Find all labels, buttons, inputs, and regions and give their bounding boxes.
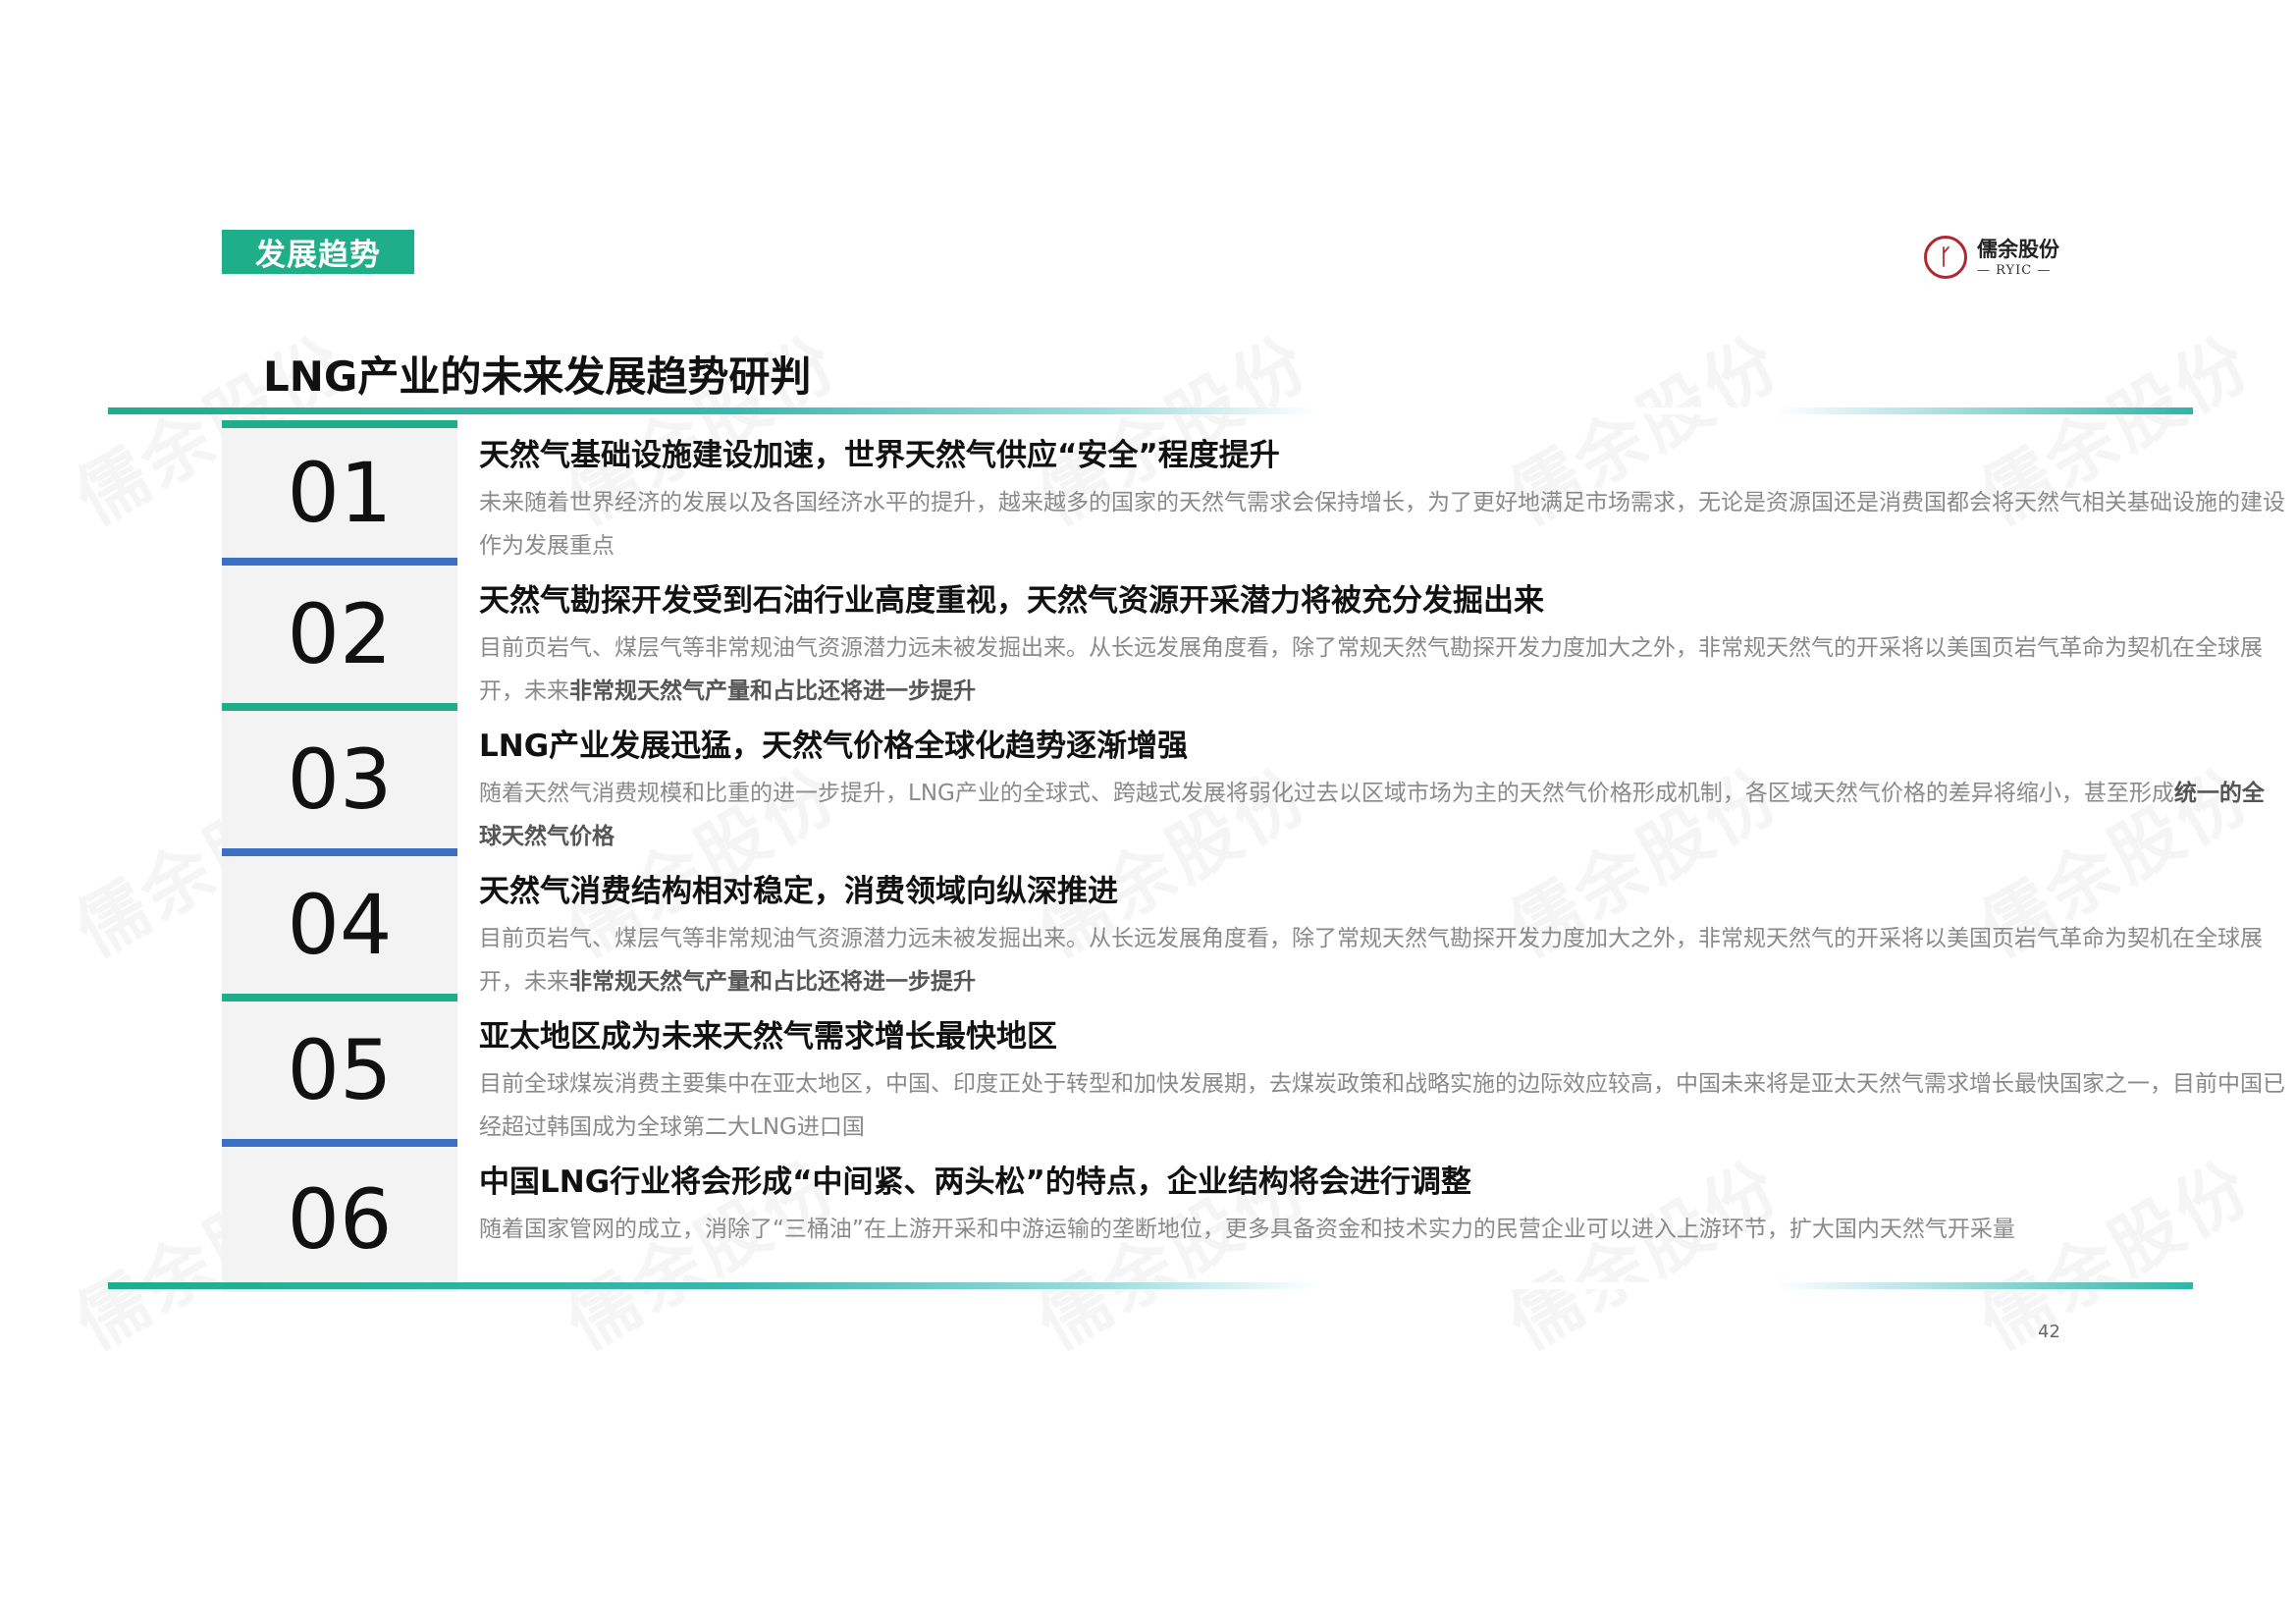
list-item: 05 亚太地区成为未来天然气需求增长最快地区 目前全球煤炭消费主要集中在亚太地区… <box>222 1001 2285 1147</box>
item-title: 天然气勘探开发受到石油行业高度重视，天然气资源开采潜力将被充分发掘出来 <box>479 583 1544 619</box>
item-description-text: 随着国家管网的成立，消除了“三桶油”在上游开采和中游运输的垄断地位，更多具备资金… <box>479 1217 2015 1242</box>
item-title: 天然气消费结构相对稳定，消费领域向纵深推进 <box>479 874 1118 909</box>
item-description: 目前页岩气、煤层气等非常规油气资源潜力远未被发掘出来。从长远发展角度看，除了常规… <box>479 917 2285 1003</box>
section-tag: 发展趋势 <box>222 230 414 274</box>
item-description-emphasis: 非常规天然气产量和占比还将进一步提升 <box>569 969 976 995</box>
item-title: 中国LNG行业将会形成“中间紧、两头松”的特点，企业结构将会进行调整 <box>479 1164 1471 1200</box>
item-title: 天然气基础设施建设加速，世界天然气供应“安全”程度提升 <box>479 438 1280 473</box>
item-description-text: 目前全球煤炭消费主要集中在亚太地区，中国、印度正处于转型和加快发展期，去煤炭政策… <box>479 1071 2285 1140</box>
item-number: 06 <box>222 1147 457 1292</box>
page-number: 42 <box>2038 1322 2060 1342</box>
list-item: 03 LNG产业发展迅猛，天然气价格全球化趋势逐渐增强 随着天然气消费规模和比重… <box>222 711 2265 856</box>
page-title: LNG产业的未来发展趋势研判 <box>263 352 812 401</box>
logo-name: 儒余股份 <box>1977 237 2059 261</box>
item-number: 02 <box>222 566 457 711</box>
item-description: 目前全球煤炭消费主要集中在亚太地区，中国、印度正处于转型和加快发展期，去煤炭政策… <box>479 1062 2285 1149</box>
item-description: 目前页岩气、煤层气等非常规油气资源潜力远未被发掘出来。从长远发展角度看，除了常规… <box>479 626 2285 713</box>
list-item: 02 天然气勘探开发受到石油行业高度重视，天然气资源开采潜力将被充分发掘出来 目… <box>222 566 2263 711</box>
item-number: 04 <box>222 856 457 1001</box>
item-description: 随着国家管网的成立，消除了“三桶油”在上游开采和中游运输的垄断地位，更多具备资金… <box>479 1208 2285 1251</box>
trend-list: 01 天然气基础设施建设加速，世界天然气供应“安全”程度提升 未来随着世界经济的… <box>222 420 2285 1292</box>
company-logo: ᚴ 儒余股份 — RYIC — <box>1924 234 2071 289</box>
item-title: 亚太地区成为未来天然气需求增长最快地区 <box>479 1019 1057 1055</box>
item-description-emphasis: 非常规天然气产量和占比还将进一步提升 <box>569 678 976 704</box>
item-title: LNG产业发展迅猛，天然气价格全球化趋势逐渐增强 <box>479 729 1189 764</box>
item-description: 随着天然气消费规模和比重的进一步提升，LNG产业的全球式、跨越式发展将弱化过去以… <box>479 772 2285 858</box>
item-description: 未来随着世界经济的发展以及各国经济水平的提升，越来越多的国家的天然气需求会保持增… <box>479 481 2285 568</box>
list-item: 06 中国LNG行业将会形成“中间紧、两头松”的特点，企业结构将会进行调整 随着… <box>222 1147 2067 1292</box>
bottom-divider <box>108 1282 2193 1289</box>
item-number: 01 <box>222 420 457 566</box>
item-description-text: 随着天然气消费规模和比重的进一步提升，LNG产业的全球式、跨越式发展将弱化过去以… <box>479 781 2174 806</box>
logo-subtitle: — RYIC — <box>1977 263 2052 278</box>
item-description-text: 未来随着世界经济的发展以及各国经济水平的提升，越来越多的国家的天然气需求会保持增… <box>479 490 2285 559</box>
top-divider <box>108 407 2193 414</box>
item-number: 03 <box>222 711 457 856</box>
list-item: 04 天然气消费结构相对稳定，消费领域向纵深推进 目前页岩气、煤层气等非常规油气… <box>222 856 2263 1001</box>
item-number: 05 <box>222 1001 457 1147</box>
list-item: 01 天然气基础设施建设加速，世界天然气供应“安全”程度提升 未来随着世界经济的… <box>222 420 2285 566</box>
logo-emblem-icon: ᚴ <box>1924 236 1967 279</box>
